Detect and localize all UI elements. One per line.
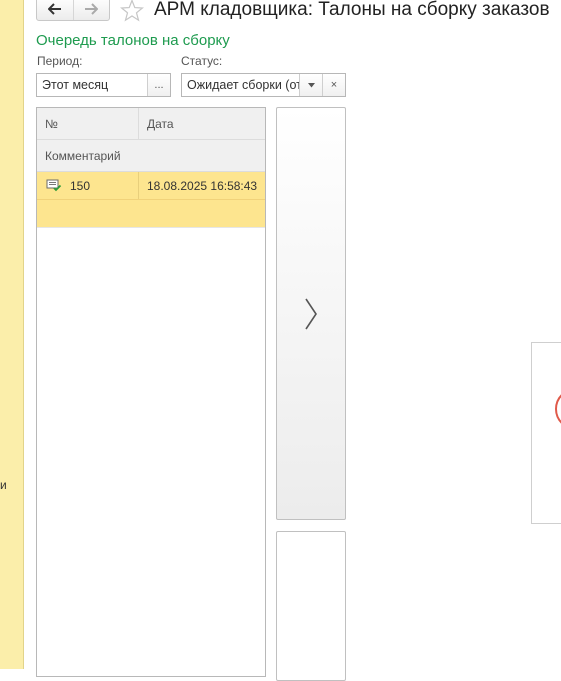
page-title: АРМ кладовщика: Талоны на сборку заказов bbox=[154, 0, 550, 20]
lower-side-panel bbox=[276, 531, 346, 681]
period-label: Период: bbox=[37, 54, 83, 68]
status-field[interactable]: Ожидает сборки (от × bbox=[181, 73, 346, 97]
ticket-date: 18.08.2025 16:58:43 bbox=[147, 178, 258, 193]
chevron-down-icon bbox=[307, 82, 315, 87]
queue-section-title: Очередь талонов на сборку bbox=[36, 32, 230, 49]
ticket-number: 150 bbox=[70, 178, 91, 193]
period-value: Этот месяц bbox=[42, 78, 109, 92]
document-check-icon bbox=[46, 179, 62, 192]
forward-button[interactable] bbox=[72, 0, 110, 20]
column-header-number[interactable]: № bbox=[37, 108, 139, 139]
left-sidebar: и bbox=[0, 0, 24, 669]
favorite-button[interactable] bbox=[120, 0, 144, 27]
tickets-table: № Дата Комментарий 150 18.08.2025 16:58:… bbox=[36, 107, 266, 677]
column-header-date[interactable]: Дата bbox=[139, 108, 265, 139]
back-button[interactable] bbox=[37, 0, 73, 20]
table-row[interactable]: 150 18.08.2025 16:58:43 bbox=[37, 172, 265, 200]
circle-icon bbox=[555, 394, 561, 424]
arrow-right-icon bbox=[85, 2, 99, 15]
status-dropdown-button[interactable] bbox=[299, 74, 322, 96]
sidebar-cut-text: и bbox=[0, 478, 7, 492]
table-row[interactable] bbox=[37, 200, 265, 228]
column-header-comment[interactable]: Комментарий bbox=[37, 140, 265, 172]
table-header: № Дата Комментарий bbox=[37, 108, 265, 172]
period-select-button[interactable]: ... bbox=[147, 74, 170, 96]
period-field[interactable]: Этот месяц ... bbox=[36, 73, 171, 97]
navigation-buttons bbox=[36, 0, 110, 21]
star-icon bbox=[120, 0, 144, 22]
status-value: Ожидает сборки (от bbox=[187, 78, 299, 92]
right-card bbox=[531, 342, 561, 524]
status-label: Статус: bbox=[181, 54, 223, 68]
chevron-right-icon bbox=[305, 298, 317, 329]
arrow-left-icon bbox=[47, 2, 61, 15]
status-clear-button[interactable]: × bbox=[322, 74, 345, 96]
expand-panel-button[interactable] bbox=[276, 107, 346, 520]
